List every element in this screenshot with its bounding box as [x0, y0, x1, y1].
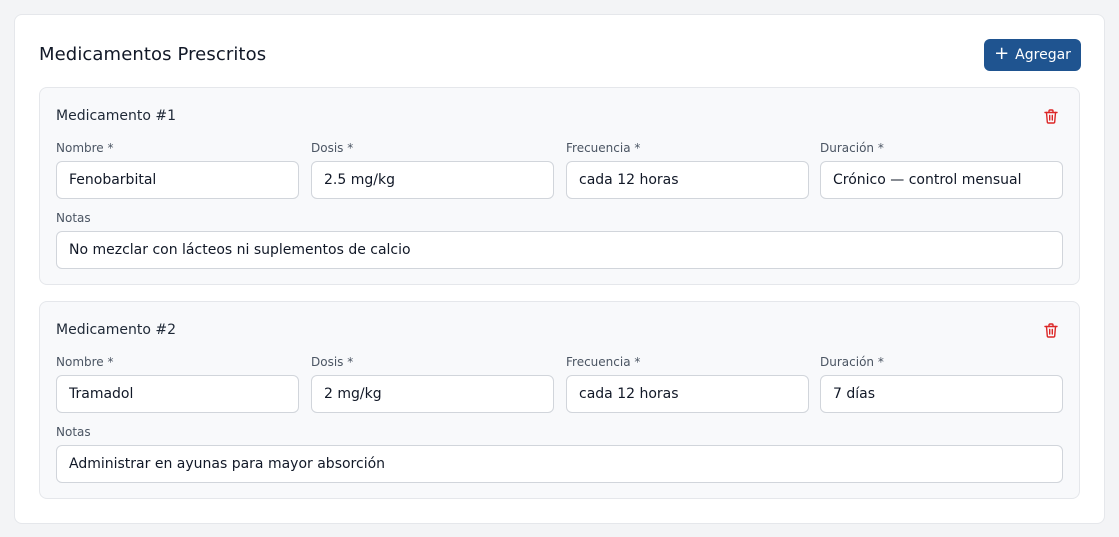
delete-medication-button[interactable] [1041, 320, 1061, 340]
nombre-label: Nombre * [56, 141, 114, 155]
dosis-input[interactable] [311, 375, 554, 413]
nombre-input[interactable] [56, 161, 299, 199]
notas-input[interactable] [56, 231, 1063, 269]
duracion-input[interactable] [820, 375, 1063, 413]
dosis-input[interactable] [311, 161, 554, 199]
section-title: Medicamentos Prescritos [39, 44, 267, 65]
notas-label: Notas [56, 211, 91, 225]
frecuencia-input[interactable] [566, 161, 809, 199]
duracion-input[interactable] [820, 161, 1063, 199]
medication-title: Medicamento #1 [56, 108, 177, 124]
medication-title: Medicamento #2 [56, 322, 177, 338]
medication-card: Medicamento #2 Nombre * Dosis * Frecuenc… [39, 301, 1080, 499]
frecuencia-label: Frecuencia * [566, 355, 641, 369]
trash-icon [1044, 108, 1058, 124]
frecuencia-input[interactable] [566, 375, 809, 413]
delete-medication-button[interactable] [1041, 106, 1061, 126]
dosis-label: Dosis * [311, 355, 354, 369]
duracion-label: Duración * [820, 355, 884, 369]
dosis-label: Dosis * [311, 141, 354, 155]
add-medication-button[interactable]: + Agregar [984, 39, 1081, 71]
trash-icon [1044, 322, 1058, 338]
medication-card: Medicamento #1 Nombre * Dosis * Frecuenc… [39, 87, 1080, 285]
duracion-label: Duración * [820, 141, 884, 155]
nombre-input[interactable] [56, 375, 299, 413]
plus-icon: + [994, 43, 1010, 64]
notas-label: Notas [56, 425, 91, 439]
frecuencia-label: Frecuencia * [566, 141, 641, 155]
prescribed-medications-panel: Medicamentos Prescritos + Agregar Medica… [14, 14, 1105, 524]
notas-input[interactable] [56, 445, 1063, 483]
add-button-label: Agregar [1015, 47, 1071, 63]
nombre-label: Nombre * [56, 355, 114, 369]
